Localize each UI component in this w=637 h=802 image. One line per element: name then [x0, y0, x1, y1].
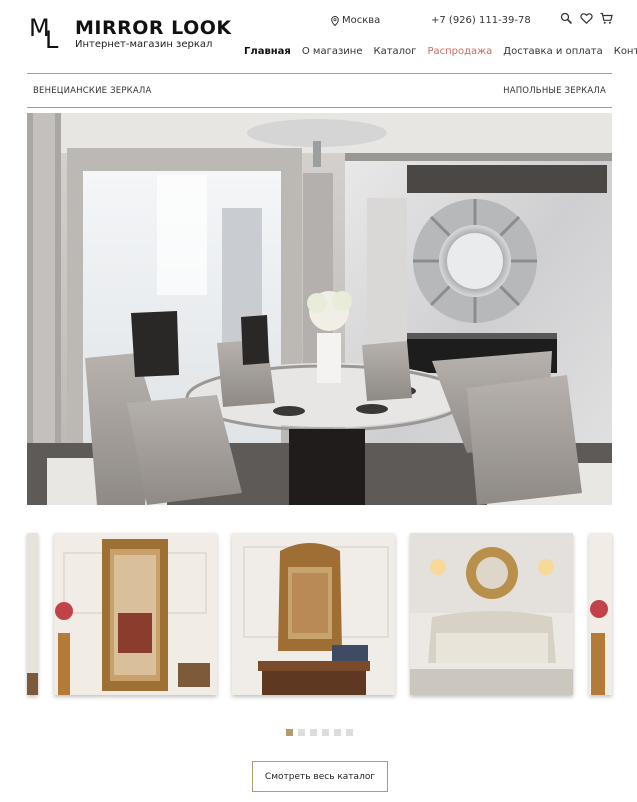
thumb-gold-floor-mirror-image: [54, 533, 217, 695]
carousel-thumb-partial-right[interactable]: [589, 533, 612, 695]
brand-name[interactable]: MIRROR LOOK: [75, 17, 232, 39]
carousel-thumb-2[interactable]: [232, 533, 395, 695]
thumb-sunburst-mirror-sofa-image: [410, 533, 573, 695]
carousel-dot-3[interactable]: [310, 729, 317, 736]
carousel-dot-2[interactable]: [298, 729, 305, 736]
thumb-partial-left-image: [27, 533, 38, 695]
nav-item-home[interactable]: Главная: [244, 46, 291, 57]
cart-icon[interactable]: [600, 12, 613, 25]
nav-item-delivery[interactable]: Доставка и оплата: [503, 46, 602, 57]
logo-letter-l: L: [45, 26, 59, 54]
nav-item-catalog[interactable]: Каталог: [373, 46, 416, 57]
header-icons: [560, 12, 613, 25]
heart-icon[interactable]: [580, 12, 593, 25]
carousel-thumb-1[interactable]: [54, 533, 217, 695]
main-nav: Главная О магазине Каталог Распродажа До…: [244, 46, 637, 57]
hero-slider-image[interactable]: [27, 113, 612, 505]
carousel-pagination: [286, 729, 353, 736]
phone-link[interactable]: +7 (926) 111-39-78: [431, 15, 531, 26]
tagline: Интернет-магазин зеркал: [75, 39, 213, 50]
category-subnav: ВЕНЕЦИАНСКИЕ ЗЕРКАЛА НАПОЛЬНЫЕ ЗЕРКАЛА: [27, 74, 612, 107]
location-pin-icon: [331, 15, 339, 26]
search-icon[interactable]: [560, 12, 573, 25]
carousel-dot-5[interactable]: [334, 729, 341, 736]
city-label: Москва: [342, 15, 381, 26]
city-selector[interactable]: Москва: [331, 15, 380, 26]
carousel-thumb-3[interactable]: [410, 533, 573, 695]
hero-dining-room-illustration: [27, 113, 612, 505]
view-catalog-button[interactable]: Смотреть весь каталог: [252, 761, 388, 792]
nav-item-sale[interactable]: Распродажа: [427, 46, 492, 57]
thumb-partial-right-image: [589, 533, 612, 695]
carousel-dot-1[interactable]: [286, 729, 293, 736]
subnav-floor-mirrors[interactable]: НАПОЛЬНЫЕ ЗЕРКАЛА: [503, 86, 606, 96]
logo-mark[interactable]: M L: [29, 16, 65, 54]
carousel-dot-4[interactable]: [322, 729, 329, 736]
carousel-thumb-partial-left[interactable]: [27, 533, 38, 695]
nav-item-about[interactable]: О магазине: [302, 46, 363, 57]
subnav-venetian-mirrors[interactable]: ВЕНЕЦИАНСКИЕ ЗЕРКАЛА: [33, 86, 152, 96]
nav-item-contacts[interactable]: Контакты: [614, 46, 637, 57]
thumb-baroque-mirror-console-image: [232, 533, 395, 695]
carousel-dot-6[interactable]: [346, 729, 353, 736]
subnav-divider: [27, 107, 612, 108]
